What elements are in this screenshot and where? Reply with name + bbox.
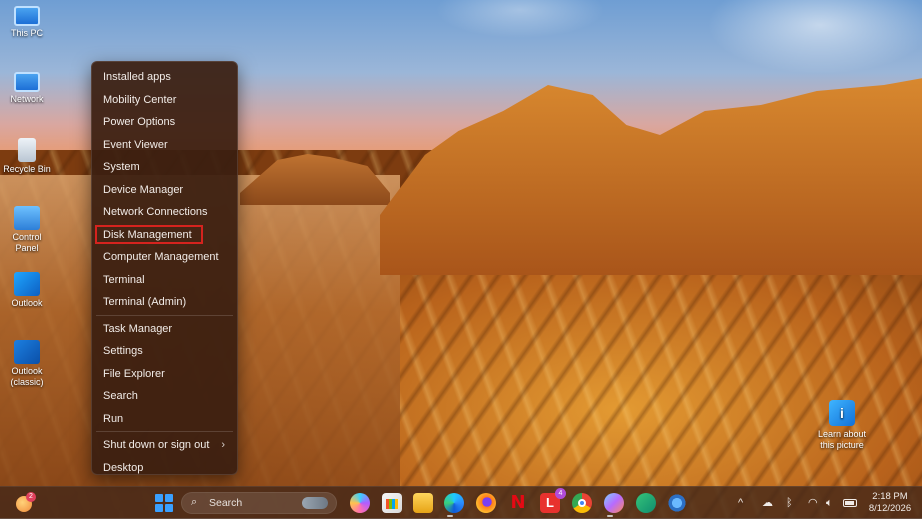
copilot-icon[interactable] <box>350 493 370 513</box>
taskbar-clock[interactable]: 2:18 PM 8/12/2026 <box>862 491 918 515</box>
search-highlight-icon <box>302 497 328 509</box>
store-icon[interactable] <box>382 493 402 513</box>
network-icon <box>14 72 40 92</box>
start-tile <box>165 494 173 502</box>
menu-item-disk-management[interactable]: Disk Management <box>92 224 237 247</box>
menu-item-event-viewer[interactable]: Event Viewer <box>92 134 237 157</box>
search-icon: ⌕ <box>191 496 198 508</box>
menu-item-power-options[interactable]: Power Options <box>92 111 237 134</box>
desktop-icon-label: Outlook (classic) <box>10 366 44 387</box>
menu-item-terminal[interactable]: Terminal <box>92 269 237 292</box>
recycle-bin-icon <box>18 138 36 162</box>
menu-item-installed-apps[interactable]: Installed apps <box>92 66 237 89</box>
running-indicator <box>447 515 453 517</box>
paint-icon[interactable] <box>604 493 624 513</box>
taskbar-search[interactable]: ⌕ Search <box>181 492 337 514</box>
desktop-icon-label: Outlook <box>11 298 43 308</box>
menu-item-search[interactable]: Search <box>92 385 237 408</box>
clock-time: 2:18 PM <box>872 491 908 502</box>
desktop-icon-label: Control Panel <box>12 232 42 253</box>
start-button[interactable] <box>155 494 173 512</box>
widgets-badge: 2 <box>26 492 36 502</box>
menu-item-label: System <box>103 161 140 173</box>
chrome-icon[interactable] <box>572 493 592 513</box>
file-explorer-icon[interactable] <box>413 493 433 513</box>
outlook-classic-icon <box>14 340 40 364</box>
wifi-icon[interactable]: ◠ <box>808 487 818 519</box>
onedrive-icon[interactable]: ☁ <box>762 487 773 519</box>
menu-item-task-manager[interactable]: Task Manager <box>92 318 237 341</box>
desktop-icon-this-pc[interactable]: This PC <box>0 6 54 39</box>
l-app-glyph: L <box>546 495 554 510</box>
menu-item-label: File Explorer <box>103 367 165 380</box>
menu-item-shut-down[interactable]: Shut down or sign out › <box>92 434 237 457</box>
menu-separator <box>96 431 233 432</box>
menu-item-computer-management[interactable]: Computer Management <box>92 246 237 269</box>
menu-item-mobility-center[interactable]: Mobility Center <box>92 89 237 112</box>
bluetooth-icon[interactable]: ᛒ <box>786 487 793 519</box>
menu-item-label: Power Options <box>103 116 176 128</box>
menu-item-desktop[interactable]: Desktop <box>92 457 237 480</box>
menu-item-label: Device Manager <box>103 183 184 196</box>
start-tile <box>155 504 163 512</box>
pc-icon <box>14 6 40 26</box>
menu-item-run[interactable]: Run <box>92 408 237 431</box>
menu-item-label: Shut down or sign out <box>103 439 210 451</box>
desktop-icon-outlook-classic[interactable]: Outlook (classic) <box>0 340 54 388</box>
desktop-icon-recycle-bin[interactable]: Recycle Bin <box>0 138 54 175</box>
menu-item-label: Network Connections <box>103 206 208 218</box>
widgets-button[interactable]: 2 <box>14 492 36 514</box>
menu-item-label: Terminal <box>103 273 145 286</box>
menu-item-label: Task Manager <box>103 322 173 335</box>
volume-icon[interactable]: 🔈︎ <box>826 487 833 519</box>
search-placeholder: Search <box>209 497 243 509</box>
menu-item-label: Event Viewer <box>103 138 168 151</box>
l-app-icon[interactable]: L 4 <box>540 488 566 513</box>
show-hidden-icons-button[interactable]: ^ <box>738 487 743 519</box>
menu-item-file-explorer[interactable]: File Explorer <box>92 363 237 386</box>
start-tile <box>165 504 173 512</box>
menu-item-device-manager[interactable]: Device Manager <box>92 179 237 202</box>
menu-item-system[interactable]: System <box>92 156 237 179</box>
desktop-icon-label: This PC <box>10 28 43 38</box>
desktop-icon-label: Recycle Bin <box>3 164 51 174</box>
edge-icon[interactable] <box>444 493 464 513</box>
battery-icon[interactable] <box>843 499 857 507</box>
menu-item-terminal-admin[interactable]: Terminal (Admin) <box>92 291 237 314</box>
menu-separator <box>96 314 233 316</box>
desktop-icon-outlook[interactable]: Outlook <box>0 272 54 309</box>
settings-icon[interactable] <box>667 493 687 513</box>
menu-item-label: Installed apps <box>103 71 171 83</box>
menu-item-settings[interactable]: Settings <box>92 340 237 363</box>
info-picture-icon: i <box>829 400 855 426</box>
desktop-icon-label: Network <box>10 94 44 104</box>
outlook-icon <box>14 272 40 296</box>
desktop-icon-network[interactable]: Network <box>0 72 54 105</box>
menu-item-network-connections[interactable]: Network Connections <box>92 201 237 224</box>
chevron-right-icon: › <box>221 439 225 451</box>
learn-label: Learn about this picture <box>817 429 867 450</box>
menu-item-label: Settings <box>103 345 143 357</box>
clipchamp-icon[interactable] <box>636 493 656 513</box>
menu-item-label: Terminal (Admin) <box>103 296 187 308</box>
learn-about-picture[interactable]: i Learn about this picture <box>812 400 872 451</box>
menu-item-label: Desktop <box>103 461 144 474</box>
menu-item-label: Run <box>103 412 124 425</box>
firefox-icon[interactable] <box>476 493 496 513</box>
desktop-icon-control-panel[interactable]: Control Panel <box>0 206 54 254</box>
clock-date: 8/12/2026 <box>868 503 912 514</box>
running-indicator <box>607 515 613 517</box>
netflix-icon[interactable]: N <box>508 493 528 513</box>
menu-item-label: Computer Management <box>103 251 219 263</box>
start-tile <box>155 494 163 502</box>
control-panel-icon <box>14 206 40 230</box>
l-app-badge: 4 <box>555 488 566 499</box>
taskbar: 2 ⌕ Search N L 4 ^ ☁ ᛒ ◠ 🔈︎ 2:18 PM 8/12… <box>0 486 922 519</box>
winx-context-menu: Installed apps Mobility Center Power Opt… <box>91 61 238 475</box>
menu-item-label: Disk Management <box>103 228 192 241</box>
menu-item-label: Mobility Center <box>103 93 177 106</box>
menu-item-label: Search <box>103 390 138 402</box>
